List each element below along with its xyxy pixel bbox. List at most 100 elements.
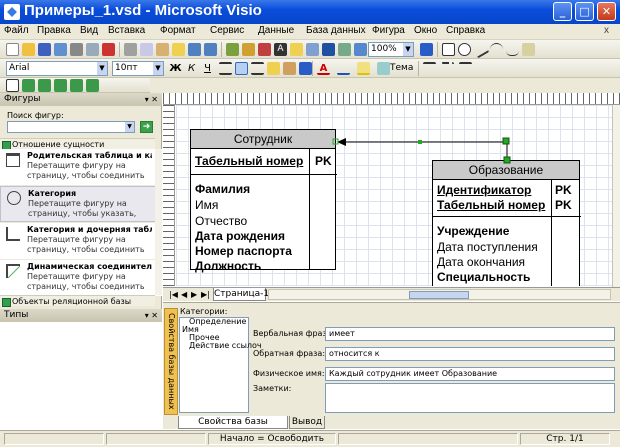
reverse-phrase-input[interactable]: относится к <box>325 347 615 361</box>
panel-scrollbar[interactable] <box>155 149 162 295</box>
open-icon[interactable] <box>22 43 35 56</box>
connector-midpoint-handle[interactable] <box>418 140 422 144</box>
redo-icon[interactable] <box>204 43 217 56</box>
tab-db-properties[interactable]: Свойства базы данных <box>178 416 288 439</box>
category-item[interactable]: Действие ссылоч <box>180 342 262 350</box>
panel-controls[interactable]: ▾ ✕ <box>145 93 158 106</box>
permission-icon[interactable] <box>54 43 67 56</box>
line-ends-icon[interactable] <box>459 62 472 75</box>
connector-endpoint-handle[interactable] <box>502 137 510 145</box>
shapes-icon[interactable] <box>226 43 239 56</box>
types-list[interactable] <box>0 322 162 416</box>
rectangle-tool-icon[interactable] <box>442 43 455 56</box>
shadow-icon[interactable] <box>377 62 390 75</box>
relationship-icon[interactable] <box>54 79 67 92</box>
view-icon[interactable] <box>38 79 51 92</box>
help-icon[interactable] <box>420 43 433 56</box>
line-color-icon[interactable] <box>337 62 350 75</box>
shape-category[interactable]: Категория Перетащите фигуру на страницу,… <box>0 186 162 222</box>
paragraph-icon[interactable] <box>267 62 280 75</box>
drawing-canvas[interactable]: Сотрудник Табельный номер PK Фамилия Имя… <box>176 105 620 286</box>
align-center-icon[interactable] <box>235 62 248 75</box>
connector-icon[interactable] <box>258 43 271 56</box>
stencil-relational-db[interactable]: Объекты реляционной базы данных <box>0 295 155 317</box>
menu-help[interactable]: Справка <box>446 25 485 36</box>
tab-output[interactable]: Вывод <box>289 416 325 429</box>
line-tool-icon[interactable] <box>306 43 319 56</box>
paste-icon[interactable] <box>156 43 169 56</box>
freeform-icon[interactable] <box>506 43 519 56</box>
minimize-button[interactable]: _ <box>553 2 572 21</box>
chevron-down-icon[interactable]: ▼ <box>153 62 163 75</box>
font-size-select[interactable]: 10пт ▼ <box>112 61 164 76</box>
menu-view[interactable]: Вид <box>80 25 98 36</box>
category-icon[interactable] <box>70 79 83 92</box>
menu-window[interactable]: Окно <box>414 25 437 36</box>
verbal-phrase-input[interactable]: имеет <box>325 327 615 341</box>
menu-tools[interactable]: Сервис <box>210 25 244 36</box>
chevron-down-icon[interactable]: ▼ <box>403 43 413 56</box>
vertical-scrollbar[interactable] <box>612 105 620 287</box>
relationship-connector[interactable] <box>176 105 620 286</box>
restore-button[interactable]: □ <box>575 2 594 21</box>
zoom-in-icon[interactable] <box>322 43 335 56</box>
zoom-select[interactable]: 100% ▼ <box>368 42 414 57</box>
copy-icon[interactable] <box>140 43 153 56</box>
fill-color-icon[interactable] <box>357 62 370 75</box>
theme-button[interactable]: Тема <box>390 62 414 75</box>
notes-input[interactable] <box>325 383 615 413</box>
indent-icon[interactable] <box>283 62 296 75</box>
connector-glue-handle[interactable] <box>503 156 511 164</box>
new-icon[interactable] <box>6 43 19 56</box>
visio-app-icon[interactable] <box>4 4 20 20</box>
arc-icon[interactable] <box>490 43 503 56</box>
menu-data[interactable]: Данные <box>258 25 294 36</box>
shape-parent-table-category[interactable]: Родительская таблица и кат... Перетащите… <box>0 149 162 185</box>
panel-controls[interactable]: ▾ ✕ <box>145 309 158 322</box>
horizontal-scrollbar[interactable] <box>268 289 611 300</box>
next-page-icon[interactable]: ▶ <box>191 290 197 299</box>
close-document-button[interactable]: x <box>604 25 609 36</box>
bold-button[interactable]: Ж <box>169 62 182 75</box>
chevron-down-icon[interactable]: ▼ <box>125 122 134 132</box>
first-page-icon[interactable]: |◀ <box>169 290 178 299</box>
menu-file[interactable]: Файл <box>4 25 29 36</box>
line-icon[interactable] <box>471 40 490 59</box>
menu-format[interactable]: Формат <box>160 25 196 36</box>
pencil-icon[interactable] <box>522 43 535 56</box>
chevron-down-icon[interactable]: ▼ <box>97 62 107 75</box>
spelling-icon[interactable] <box>102 43 115 56</box>
pointer-icon[interactable] <box>242 43 255 56</box>
underline-button[interactable]: Ч <box>201 62 214 75</box>
search-go-icon[interactable]: ➜ <box>140 121 153 133</box>
stamp-icon[interactable] <box>290 43 303 56</box>
menu-insert[interactable]: Вставка <box>108 25 145 36</box>
font-select[interactable]: Arial ▼ <box>6 61 108 76</box>
menu-shape[interactable]: Фигура <box>372 25 405 36</box>
shape-dynamic-connector[interactable]: Динамическая соединительн... Перетащите … <box>0 260 162 296</box>
shape-search-input[interactable]: ▼ <box>7 121 135 133</box>
last-page-icon[interactable]: ▶| <box>201 290 210 299</box>
ellipse-tool-icon[interactable] <box>458 43 471 56</box>
save-icon[interactable] <box>38 43 51 56</box>
table-icon[interactable] <box>22 79 35 92</box>
prev-page-icon[interactable]: ◀ <box>181 290 187 299</box>
index-icon[interactable] <box>86 79 99 92</box>
decrease-indent-icon[interactable] <box>299 62 312 75</box>
connector-start-handle[interactable] <box>332 138 339 145</box>
zoom-out-icon[interactable] <box>354 43 367 56</box>
stencil-entity-relationship[interactable]: Отношение сущности <box>0 138 155 150</box>
print-icon[interactable] <box>70 43 83 56</box>
physical-name-input[interactable]: Каждый сотрудник имеет Образование <box>325 367 615 381</box>
text-tool-icon[interactable]: A <box>274 43 287 56</box>
connect-icon[interactable] <box>338 43 351 56</box>
italic-button[interactable]: К <box>185 62 198 75</box>
database-icon[interactable] <box>6 79 19 92</box>
undo-icon[interactable] <box>188 43 201 56</box>
db-properties-side-tab[interactable]: Свойства базы данных <box>164 308 178 415</box>
line-weight-icon[interactable] <box>423 62 436 75</box>
format-painter-icon[interactable] <box>172 43 185 56</box>
menu-database[interactable]: База данных <box>306 25 366 36</box>
cut-icon[interactable] <box>124 43 137 56</box>
menu-edit[interactable]: Правка <box>37 25 71 36</box>
